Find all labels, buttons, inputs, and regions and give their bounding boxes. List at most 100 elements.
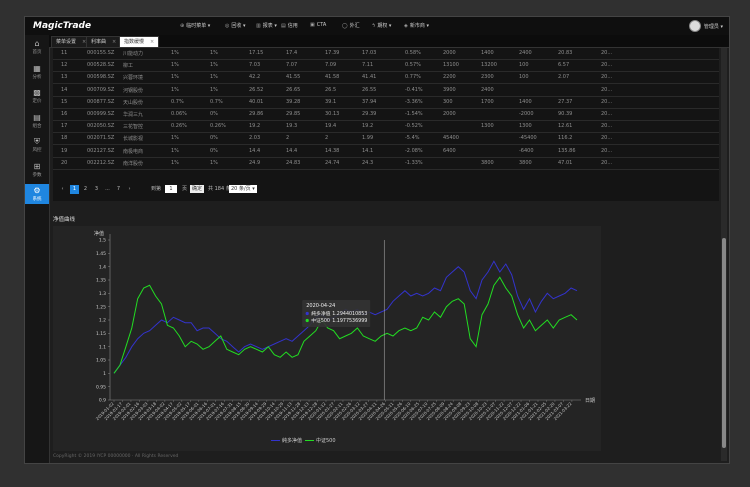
table-row[interactable]: 17 002050.SZ 三花智控 0.26% 0.26% 19.2 19.3 19.4 19.… bbox=[53, 121, 719, 134]
y-tick-label: 1.5 bbox=[99, 238, 106, 244]
top-menu-4[interactable]: ▣ CTA bbox=[310, 22, 326, 28]
page-size-select[interactable]: 20 条/页 ▾ bbox=[229, 185, 257, 193]
sidebar-item-4[interactable]: ⛨ 风控 bbox=[25, 135, 49, 155]
top-menu-label[interactable]: 临时菜单 ▾ bbox=[186, 23, 210, 29]
table-row[interactable]: 19 002127.SZ 南极电商 1% 0% 14.4 14.4 14.38 14.1 -2.0… bbox=[53, 146, 719, 158]
tooltip-value: 1.1977536999 bbox=[332, 318, 367, 324]
top-menu-0[interactable]: ⊕ 临时菜单 ▾ bbox=[180, 22, 210, 29]
table-cell: 13200 bbox=[481, 62, 497, 69]
table-cell: -2.08% bbox=[405, 147, 423, 154]
table-row[interactable]: 13 000598.SZ 兴蓉环境 1% 1% 42.2 41.55 41.58 41.41 0.… bbox=[53, 72, 719, 85]
table-cell: 29.85 bbox=[286, 111, 301, 117]
top-menu-label[interactable]: 新市商 ▾ bbox=[410, 23, 429, 29]
table-cell: 2 bbox=[325, 135, 329, 142]
top-menu-3[interactable]: ▤ 信用 bbox=[281, 22, 298, 29]
goto-page-input[interactable]: 1 bbox=[165, 185, 177, 193]
table-cell: 20... bbox=[601, 86, 613, 93]
table-cell: 19.4 bbox=[325, 123, 337, 130]
table-cell: 29.39 bbox=[362, 111, 377, 117]
app-logo[interactable]: MagicTrade bbox=[33, 21, 91, 31]
app-window: MagicTrade 管理员 ▾ ⊕ 临时菜单 ▾ ◎ 回收 ▾ ▥ 报表 ▾ ▤ 信用 ▣ CT… bbox=[24, 16, 730, 464]
table-cell: 2000 bbox=[443, 111, 456, 117]
target-icon: ◎ bbox=[225, 23, 230, 29]
table-cell: 3800 bbox=[519, 159, 532, 166]
footer: CopyRight © 2019 IYCP 00000000 · All Rig… bbox=[53, 454, 179, 459]
table-row[interactable]: 11 000155.SZ 川能动力 1% 1% 17.15 17.4 17.39 17.03 0.… bbox=[53, 48, 719, 60]
tab-label[interactable]: 指数缓慢 bbox=[124, 39, 144, 45]
table-cell: -0.52% bbox=[405, 123, 423, 130]
sidebar-item-6[interactable]: ⚙ 系统 bbox=[25, 184, 49, 204]
user-menu[interactable]: 管理员 ▾ bbox=[688, 20, 723, 32]
sidebar-item-label: 系统 bbox=[32, 197, 42, 202]
page-button-2[interactable]: 2 bbox=[81, 185, 90, 194]
table-row[interactable]: 14 000709.SZ 河钢股份 1% 1% 26.52 26.65 26.5 26.55 -0… bbox=[53, 85, 719, 97]
table-cell: 29.86 bbox=[249, 111, 264, 117]
y-tick-label: 1.4 bbox=[99, 264, 106, 270]
sidebar-item-label: 分析 bbox=[32, 74, 42, 80]
close-icon[interactable]: × bbox=[112, 39, 116, 45]
tab-1[interactable]: 利率曲 × bbox=[86, 36, 122, 48]
page-button-...[interactable]: ... bbox=[103, 185, 112, 194]
table-cell: 南洋股份 bbox=[123, 160, 144, 167]
user-name[interactable]: 管理员 ▾ bbox=[704, 23, 723, 30]
page-button-7[interactable]: 7 bbox=[114, 185, 123, 194]
table-row[interactable]: 12 000528.SZ 柳工 1% 1% 7.03 7.07 7.09 7.11 0.57% 13… bbox=[53, 60, 719, 73]
scrollbar[interactable] bbox=[721, 48, 727, 461]
table-row[interactable]: 18 002071.SZ 长城影视 1% 0% 2.03 2 2 1.99 -5.4% 45400 -… bbox=[53, 133, 719, 146]
table-cell: 41.55 bbox=[286, 74, 301, 81]
top-menu-label[interactable]: 期权 ▾ bbox=[377, 23, 391, 29]
tab-label[interactable]: 菜单设置 bbox=[56, 39, 76, 45]
table-cell: 1% bbox=[210, 159, 218, 166]
cta-icon: ▣ bbox=[310, 22, 315, 28]
scrollbar-thumb[interactable] bbox=[722, 238, 726, 448]
y-tick-label: 1.05 bbox=[96, 358, 106, 364]
table-cell: 002212.SZ bbox=[87, 159, 115, 166]
table-cell: 13100 bbox=[443, 62, 459, 69]
sidebar-item-3[interactable]: ▤ 组合 bbox=[25, 111, 49, 131]
top-menu-6[interactable]: ϟ 期权 ▾ bbox=[372, 22, 391, 29]
top-menu-label[interactable]: 回收 ▾ bbox=[231, 23, 245, 29]
top-menu-label[interactable]: 信用 bbox=[288, 23, 298, 29]
top-menu-7[interactable]: ◈ 新市商 ▾ bbox=[404, 22, 429, 29]
top-menu-label[interactable]: CTA bbox=[317, 22, 327, 28]
tab-2[interactable]: 指数缓慢 × bbox=[119, 36, 160, 48]
y-tick-label: 0.9 bbox=[99, 398, 106, 404]
sidebar-item-5[interactable]: ⊞ 参数 bbox=[25, 160, 49, 180]
table-cell: 20... bbox=[601, 111, 613, 117]
total-count: 共 184 条 bbox=[208, 186, 231, 192]
sidebar-item-2[interactable]: ▩ 定价 bbox=[25, 86, 49, 106]
avatar[interactable] bbox=[688, 20, 701, 32]
page-button-3[interactable]: 3 bbox=[92, 185, 101, 194]
table-cell: 13 bbox=[61, 74, 68, 81]
top-menu-2[interactable]: ▥ 报表 ▾ bbox=[256, 22, 277, 29]
table-cell: 17.39 bbox=[325, 50, 340, 56]
table-row[interactable]: 16 000999.SZ 华润三九 0.06% 0% 29.86 29.85 30.13 29.… bbox=[53, 109, 719, 121]
top-menu-label[interactable]: 报表 ▾ bbox=[263, 23, 277, 29]
table-cell: 20... bbox=[601, 62, 613, 69]
sidebar-item-0[interactable]: ⌂ 首页 bbox=[25, 37, 49, 57]
top-menu-1[interactable]: ◎ 回收 ▾ bbox=[225, 22, 245, 29]
table-cell: 1% bbox=[171, 159, 179, 166]
table-cell: 7.11 bbox=[362, 62, 374, 69]
gear-icon: ⚙ bbox=[33, 186, 41, 195]
sidebar-item-1[interactable]: ▦ 分析 bbox=[25, 62, 49, 82]
prev-page-button[interactable]: ‹ bbox=[58, 185, 67, 194]
page-button-1[interactable]: 1 bbox=[70, 185, 79, 194]
table-row[interactable]: 20 002212.SZ 南洋股份 1% 1% 24.9 24.83 24.74 24.3 -1.… bbox=[53, 158, 719, 170]
doc-icon: ▤ bbox=[281, 23, 286, 29]
table-cell: 41.41 bbox=[362, 74, 377, 81]
table-row[interactable]: 15 000877.SZ 天山股份 0.7% 0.7% 40.01 39.28 39.1 37.… bbox=[53, 97, 719, 109]
y-tick-label: 1 bbox=[103, 371, 106, 377]
table-cell: 12.61 bbox=[558, 123, 573, 130]
home-icon: ⌂ bbox=[34, 39, 40, 48]
top-menu-label[interactable]: 外汇 bbox=[350, 23, 360, 29]
goto-confirm-button[interactable]: 确定 bbox=[190, 185, 204, 193]
box-icon: ▦ bbox=[33, 63, 41, 73]
table-cell: 41.58 bbox=[325, 74, 340, 81]
close-icon[interactable]: × bbox=[150, 39, 154, 45]
top-menu-5[interactable]: ◯ 外汇 bbox=[342, 22, 360, 29]
table-cell: 7.03 bbox=[249, 62, 261, 69]
next-page-button[interactable]: › bbox=[125, 185, 134, 194]
tab-label[interactable]: 利率曲 bbox=[91, 39, 106, 45]
table-cell: 16 bbox=[61, 111, 68, 117]
